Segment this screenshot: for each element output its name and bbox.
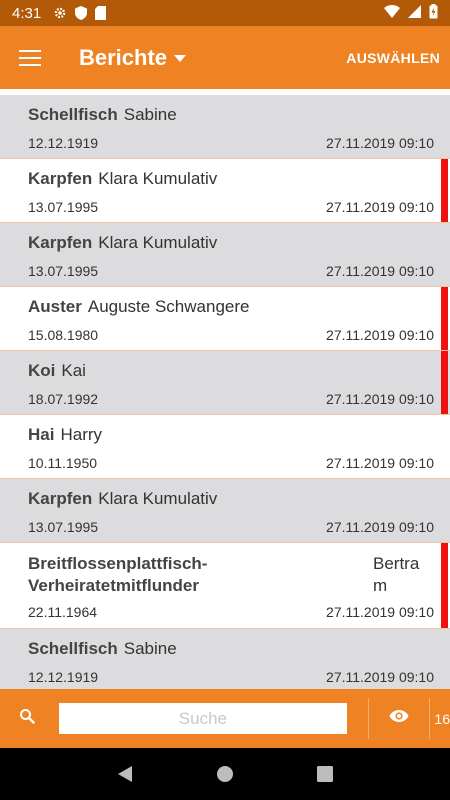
patient-name: Karpfen Klara Kumulativ <box>28 489 217 509</box>
birth-date: 13.07.1995 <box>28 199 99 215</box>
list-item[interactable]: Karpfen Klara Kumulativ 13.07.1995 27.11.… <box>0 479 450 543</box>
list-item[interactable]: Auster Auguste Schwangere 15.08.1980 27.1… <box>0 287 450 351</box>
birth-date: 12.12.1919 <box>28 669 99 685</box>
patient-surname: Auster <box>28 297 82 316</box>
patient-surname: Koi <box>28 361 56 380</box>
patient-name: Koi Kai <box>28 361 86 381</box>
result-count: 16 <box>434 710 450 727</box>
report-timestamp: 27.11.2019 09:10 <box>326 519 434 535</box>
report-timestamp: 27.11.2019 09:10 <box>326 391 434 407</box>
eye-icon <box>389 709 409 728</box>
patient-given-name: Auguste Schwangere <box>87 297 250 316</box>
patient-name: Karpfen Klara Kumulativ <box>28 169 217 189</box>
birth-date: 12.12.1919 <box>28 135 99 151</box>
home-button[interactable] <box>205 754 245 794</box>
patient-given-name: Harry <box>60 425 103 444</box>
shield-icon <box>75 6 88 20</box>
menu-button[interactable] <box>0 26 60 89</box>
search-icon <box>19 708 35 729</box>
status-bar: 4:31 <box>0 0 450 26</box>
chevron-down-icon <box>174 55 187 62</box>
report-type-dropdown[interactable]: Berichte <box>79 44 187 71</box>
patient-name: Karpfen Klara Kumulativ <box>28 233 217 253</box>
report-timestamp: 27.11.2019 09:10 <box>326 327 434 343</box>
visibility-toggle-button[interactable] <box>369 689 430 748</box>
unread-flag <box>441 159 448 222</box>
sd-card-icon <box>95 6 107 20</box>
search-input[interactable] <box>58 703 347 734</box>
report-timestamp: 27.11.2019 09:10 <box>326 199 434 215</box>
unread-flag <box>441 351 448 414</box>
unread-flag <box>441 287 448 350</box>
patient-surname: Karpfen <box>28 169 93 188</box>
patient-given-name: Klara Kumulativ <box>98 489 218 508</box>
patient-surname: Schellfisch <box>28 639 118 658</box>
patient-name: Schellfisch Sabine <box>28 105 177 125</box>
recents-icon <box>317 766 333 782</box>
back-icon <box>118 766 132 782</box>
patient-given-name: Klara Kumulativ <box>98 233 218 252</box>
patient-given-name: Sabine <box>123 105 177 124</box>
page-title: Berichte <box>79 44 168 70</box>
patient-surname: Breitflossenplattfisch-Verheiratetmitflu… <box>28 554 208 595</box>
birth-date: 13.07.1995 <box>28 519 99 535</box>
list-item[interactable]: Karpfen Klara Kumulativ 13.07.1995 27.11.… <box>0 159 450 223</box>
patient-given-name: Bertram <box>373 554 420 595</box>
patient-name: Hai Harry <box>28 425 102 445</box>
battery-icon <box>429 3 438 23</box>
patient-surname: Hai <box>28 425 55 444</box>
list-item[interactable]: Hai Harry 10.11.1950 27.11.2019 09:10 <box>0 415 450 479</box>
birth-date: 15.08.1980 <box>28 327 99 343</box>
system-nav-bar <box>0 748 450 800</box>
search-button[interactable] <box>0 689 54 748</box>
bottom-bar: 16 <box>0 689 450 748</box>
wifi-icon <box>384 4 400 22</box>
patient-surname: Schellfisch <box>28 105 118 124</box>
birth-date: 10.11.1950 <box>28 455 98 471</box>
divider <box>429 698 431 739</box>
report-timestamp: 27.11.2019 09:10 <box>326 604 434 620</box>
home-icon <box>217 766 233 782</box>
patient-name: Auster Auguste Schwangere <box>28 297 249 317</box>
patient-given-name: Sabine <box>123 639 177 658</box>
signal-icon <box>408 4 421 22</box>
list-item[interactable]: Breitflossenplattfisch-Verheiratetmitflu… <box>0 543 450 629</box>
list-item[interactable]: Schellfisch Sabine 12.12.1919 27.11.2019 … <box>0 95 450 159</box>
birth-date: 18.07.1992 <box>28 391 99 407</box>
patient-surname: Karpfen <box>28 233 93 252</box>
birth-date: 13.07.1995 <box>28 263 99 279</box>
patient-given-name: Klara Kumulativ <box>98 169 218 188</box>
patient-given-name: Kai <box>61 361 86 380</box>
patient-name: Schellfisch Sabine <box>28 639 177 659</box>
list-item[interactable]: Schellfisch Sabine 12.12.1919 27.11.2019 … <box>0 629 450 689</box>
recents-button[interactable] <box>305 754 345 794</box>
app-bar: Berichte AUSWÄHLEN <box>0 26 450 89</box>
menu-icon <box>19 49 41 66</box>
back-button[interactable] <box>105 754 145 794</box>
report-timestamp: 27.11.2019 09:10 <box>326 455 434 471</box>
patient-surname: Karpfen <box>28 489 93 508</box>
report-timestamp: 27.11.2019 09:10 <box>326 263 434 279</box>
status-time: 4:31 <box>12 4 42 22</box>
report-timestamp: 27.11.2019 09:10 <box>326 135 434 151</box>
report-list[interactable]: Schellfisch Sabine 12.12.1919 27.11.2019 … <box>0 95 450 689</box>
settings-icon <box>53 6 67 20</box>
list-item[interactable]: Koi Kai 18.07.1992 27.11.2019 09:10 <box>0 351 450 415</box>
report-timestamp: 27.11.2019 09:10 <box>326 669 434 685</box>
select-button[interactable]: AUSWÄHLEN <box>346 50 440 66</box>
birth-date: 22.11.1964 <box>28 604 98 620</box>
list-item[interactable]: Karpfen Klara Kumulativ 13.07.1995 27.11.… <box>0 223 450 287</box>
unread-flag <box>441 543 448 628</box>
